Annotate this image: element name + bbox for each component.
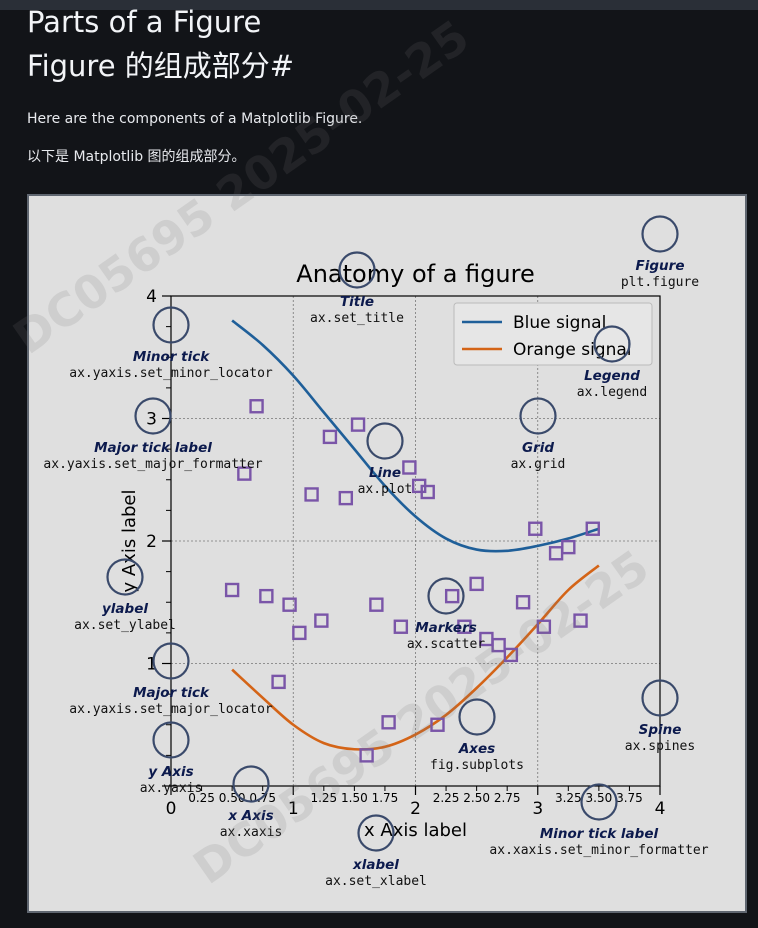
x-minor-tick-label: 1.50: [341, 791, 368, 805]
annotation-code-xlabel: ax.set_xlabel: [325, 874, 427, 889]
annotation-circle-line: [366, 422, 404, 460]
annotation-code-grid: ax.grid: [511, 457, 566, 472]
annotation-code-major-tick-label: ax.yaxis.set_major_formatter: [43, 457, 262, 472]
annotation-code-x-axis: ax.xaxis: [220, 825, 283, 840]
annotation-title-spine: Spine: [639, 722, 682, 738]
x-minor-tick-label: 1.75: [372, 791, 399, 805]
x-major-tick-label: 2: [410, 799, 421, 819]
scatter-marker: [338, 490, 354, 506]
x-axis-label: x Axis label: [364, 820, 467, 841]
scatter-marker: [469, 576, 484, 592]
annotation-title-x-axis: x Axis: [227, 808, 273, 824]
annotation-code-major-tick: ax.yaxis.set_major_locator: [69, 702, 273, 717]
annotation-title-minor-tick: Minor tick: [133, 349, 210, 365]
x-major-tick-label: 3: [532, 799, 543, 819]
scatter-marker: [224, 582, 240, 598]
anatomy-chart: 0 1 2 3 412340.25 0.50 0.75 1.25 1.50 1.75 2.25 2.5…: [43, 215, 709, 889]
scatter-marker: [381, 715, 396, 730]
annotation-code-title: ax.set_title: [310, 311, 404, 326]
scatter-marker: [259, 588, 274, 604]
scatter-marker: [359, 748, 374, 763]
x-major-tick-label: 4: [655, 799, 666, 819]
scatter-marker: [573, 613, 588, 628]
annotation-circle-figure: [641, 215, 679, 253]
annotation-title-major-tick: Major tick: [133, 685, 210, 701]
annotation-code-figure: plt.figure: [621, 275, 699, 290]
annotation-code-minor-tick-label: ax.xaxis.set_minor_formatter: [489, 843, 708, 858]
scatter-marker: [515, 595, 531, 610]
annotation-title-markers: Markers: [415, 620, 477, 636]
scatter-marker: [528, 521, 543, 536]
scatter-marker: [444, 588, 460, 604]
intro-paragraph-zh: 以下是 Matplotlib 图的组成部分。: [27, 149, 246, 165]
x-minor-tick-label: 2.75: [494, 791, 521, 805]
annotation-title-figure: Figure: [636, 258, 685, 274]
annotation-title-xlabel: xlabel: [352, 857, 399, 873]
annotation-title-y-axis: y Axis: [148, 764, 193, 780]
x-minor-tick-label: 3.50: [586, 791, 613, 805]
y-axis-label: y Axis label: [119, 490, 140, 593]
y-major-tick-label: 2: [146, 532, 157, 552]
annotation-title-grid: Grid: [522, 440, 554, 456]
annotation-title-major-tick-label: Major tick label: [94, 440, 212, 456]
legend-entry: Orange signal: [513, 340, 632, 360]
scatter-marker: [271, 674, 286, 690]
scatter-marker: [369, 597, 384, 612]
annotation-code-line: ax.plot: [358, 482, 413, 497]
annotation-title-minor-tick-label: Minor tick label: [540, 826, 659, 842]
scatter-marker: [304, 487, 319, 502]
y-major-tick-label: 3: [146, 410, 157, 430]
scatter-marker: [249, 399, 264, 414]
x-minor-tick-label: 3.25: [555, 791, 582, 805]
annotation-title-axes: Axes: [458, 741, 495, 757]
annotation-code-y-axis: ax.yaxis: [140, 781, 203, 796]
x-minor-tick-label: 2.25: [433, 791, 460, 805]
annotation-title-legend: Legend: [584, 368, 640, 384]
y-major-tick-label: 1: [146, 655, 157, 675]
annotation-code-legend: ax.legend: [577, 385, 647, 400]
scatter-marker: [282, 597, 297, 612]
x-major-tick-label: 0: [166, 799, 177, 819]
scatter-marker: [350, 417, 366, 432]
chart-title: Anatomy of a figure: [296, 260, 534, 288]
annotation-circle-axes: [458, 698, 496, 736]
page-title-zh: Figure 的组成部分#: [27, 49, 295, 83]
annotation-code-minor-tick: ax.yaxis.set_minor_locator: [69, 366, 273, 381]
y-major-tick-label: 4: [146, 287, 157, 307]
anatomy-figure: 0 1 2 3 4 1 2 3 4 0.25 0.50 0.75 1.25 1.50 1.75 2.25 2.5…: [27, 194, 747, 913]
scatter-marker: [322, 429, 338, 445]
annotation-title-title: Title: [340, 294, 374, 310]
annotation-title-line: Line: [369, 465, 401, 481]
legend-entry: Blue signal: [513, 313, 606, 333]
annotation-code-axes: fig.subplots: [430, 758, 524, 773]
intro-paragraph-en: Here are the components of a Matplotlib …: [27, 111, 363, 127]
annotation-code-ylabel: ax.set_ylabel: [74, 618, 176, 633]
scatter-marker: [402, 460, 417, 475]
scatter-marker: [393, 619, 409, 634]
x-minor-tick-label: 1.25: [310, 791, 337, 805]
page-title-en: Parts of a Figure: [27, 5, 262, 39]
annotation-title-ylabel: ylabel: [102, 601, 148, 617]
annotation-code-markers: ax.scatter: [407, 637, 485, 652]
scatter-marker: [314, 613, 329, 628]
scatter-marker: [292, 625, 307, 641]
x-minor-tick-label: 3.75: [616, 791, 643, 805]
scatter-marker: [561, 539, 576, 555]
scatter-marker: [491, 637, 506, 653]
scatter-marker: [548, 546, 564, 561]
x-minor-tick-label: 2.50: [463, 791, 490, 805]
annotation-code-spine: ax.spines: [625, 739, 695, 754]
x-major-tick-label: 1: [288, 799, 299, 819]
